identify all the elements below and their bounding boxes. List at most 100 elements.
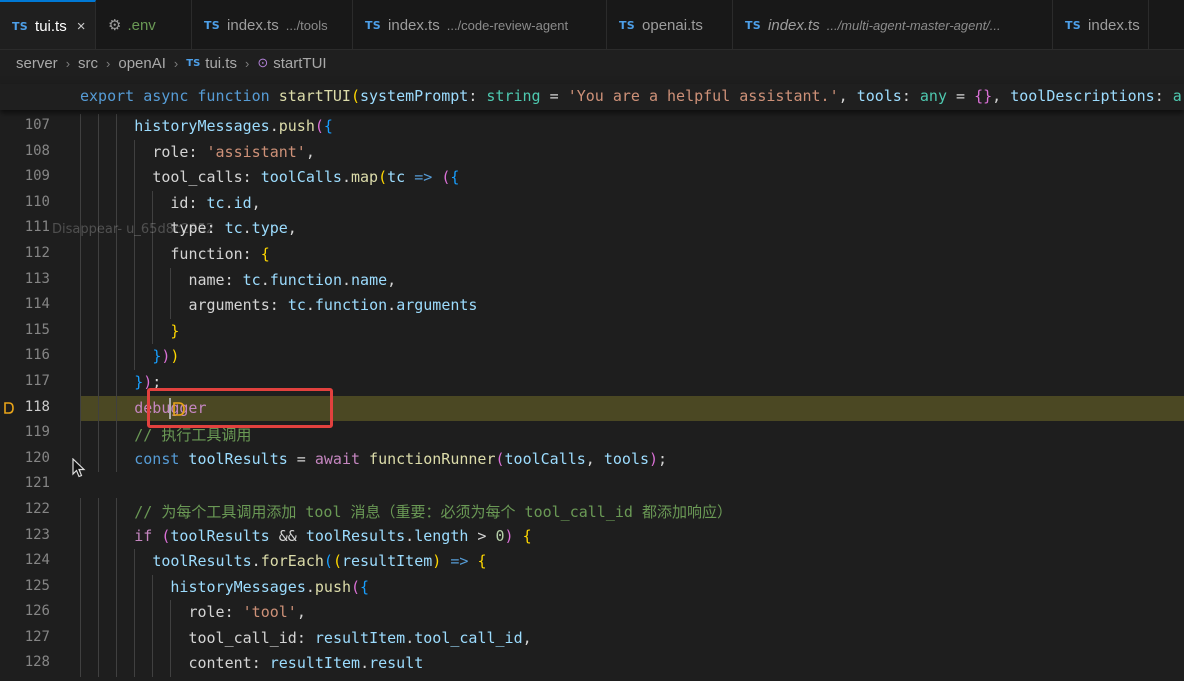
tab--env-1[interactable]: ⚙ .env bbox=[96, 0, 192, 49]
code-line[interactable]: 123 if (toolResults && toolResults.length… bbox=[0, 523, 1184, 550]
code-token: function bbox=[314, 296, 388, 315]
code-token: . bbox=[224, 193, 234, 212]
chevron-right-icon: › bbox=[173, 55, 179, 71]
code-line[interactable]: 124 toolResults.forEach((resultItem) => { bbox=[0, 549, 1184, 575]
typescript-file-icon: TS bbox=[1065, 18, 1082, 32]
indent-guide bbox=[116, 523, 118, 550]
indent-guide bbox=[80, 267, 81, 294]
chevron-right-icon: › bbox=[244, 55, 250, 71]
indent-guide bbox=[170, 625, 172, 652]
indent-guide bbox=[134, 267, 136, 294]
code-token: : bbox=[188, 193, 207, 212]
line-number: 117 bbox=[24, 372, 50, 389]
indent-guide bbox=[116, 600, 118, 626]
code-token: resultItem bbox=[341, 552, 433, 571]
indent-guide bbox=[80, 651, 81, 678]
code-token: string bbox=[486, 87, 541, 105]
code-token: : bbox=[224, 603, 243, 622]
code-line[interactable]: 120 const toolResults = await functionRun… bbox=[0, 446, 1184, 473]
code-line[interactable]: 116})) bbox=[0, 344, 1184, 370]
code-token: toolDescriptions bbox=[1010, 87, 1155, 105]
code-token: { bbox=[477, 552, 487, 571]
line-code: toolResults.forEach((resultItem) => { bbox=[152, 552, 486, 570]
code-line[interactable]: 108 role: 'assistant', bbox=[0, 139, 1184, 166]
indent-guide bbox=[80, 293, 81, 319]
indent-guide bbox=[80, 190, 81, 217]
code-token: const bbox=[134, 449, 180, 468]
code-token: 'tool' bbox=[242, 603, 297, 622]
indent-guide bbox=[116, 344, 118, 370]
indent-guide bbox=[98, 523, 100, 550]
code-line[interactable]: 125 historyMessages.push({ bbox=[0, 574, 1184, 601]
code-token: role bbox=[188, 603, 225, 622]
line-code: tool_calls: toolCalls.map(tc => ({ bbox=[152, 168, 459, 186]
indent-guide bbox=[134, 549, 136, 575]
code-token: ) bbox=[649, 449, 659, 468]
indent-guide bbox=[116, 549, 118, 575]
code-line[interactable]: 121 bbox=[0, 472, 1184, 498]
line-number: 110 bbox=[24, 193, 50, 210]
breadcrumb-item[interactable]: src bbox=[78, 55, 98, 72]
code-token: export async function bbox=[80, 87, 279, 105]
line-number: 113 bbox=[24, 270, 50, 287]
indent-guide bbox=[98, 190, 100, 217]
code-token: ( bbox=[332, 552, 342, 571]
code-token: tc bbox=[287, 296, 306, 315]
indent-guide bbox=[80, 114, 81, 140]
sticky-scroll-header[interactable]: export async function startTUI(systemPro… bbox=[0, 84, 1184, 110]
breadcrumb-item[interactable]: openAI bbox=[118, 55, 166, 72]
code-token: ( bbox=[378, 168, 388, 187]
tab-index-ts-6[interactable]: TS index.ts bbox=[1053, 0, 1149, 49]
code-token: map bbox=[351, 168, 379, 187]
code-line[interactable]: 122 // 为每个工具调用添加 tool 消息（重要：必须为每个 tool_ca… bbox=[0, 497, 1184, 524]
line-number: 124 bbox=[24, 552, 50, 569]
indent-guide bbox=[98, 549, 100, 575]
close-icon[interactable]: × bbox=[77, 18, 86, 35]
code-token: , bbox=[251, 193, 261, 212]
code-line[interactable]: 107 historyMessages.push({ bbox=[0, 114, 1184, 140]
code-token: id bbox=[233, 193, 252, 212]
breadcrumb-item[interactable]: tui.ts bbox=[205, 55, 237, 72]
code-line[interactable]: 126 role: 'tool', bbox=[0, 600, 1184, 626]
tab-index-ts-3[interactable]: TS index.ts .../code-review-agent bbox=[353, 0, 607, 49]
indent-guide bbox=[98, 318, 100, 345]
tab-description: .../tools bbox=[285, 17, 328, 33]
code-token: , bbox=[522, 628, 532, 647]
indent-guide bbox=[134, 241, 136, 268]
tab-tui-ts-0[interactable]: TS tui.ts × bbox=[0, 0, 96, 49]
line-code: arguments: tc.function.arguments bbox=[188, 296, 477, 314]
code-token: name bbox=[188, 270, 225, 289]
code-line[interactable]: 113 name: tc.function.name, bbox=[0, 267, 1184, 294]
line-number: 116 bbox=[24, 347, 50, 364]
code-line[interactable]: 127 tool_call_id: resultItem.tool_call_id… bbox=[0, 625, 1184, 652]
code-line[interactable]: 109 tool_calls: toolCalls.map(tc => ({ bbox=[0, 165, 1184, 191]
tab-index-ts-5[interactable]: TS index.ts .../multi-agent-master-agent/.… bbox=[733, 0, 1053, 49]
tab-index-ts-2[interactable]: TS index.ts .../tools bbox=[192, 0, 353, 49]
code-line[interactable]: 110 id: tc.id, bbox=[0, 190, 1184, 217]
annotation-highlight-box bbox=[147, 388, 333, 428]
code-token: ) bbox=[170, 347, 180, 366]
code-line[interactable]: 115} bbox=[0, 318, 1184, 345]
code-line[interactable]: 114 arguments: tc.function.arguments bbox=[0, 293, 1184, 319]
code-token: ( bbox=[161, 526, 171, 545]
indent-guide bbox=[116, 369, 118, 396]
gear-icon: ⚙ bbox=[108, 17, 122, 34]
code-token: = bbox=[287, 449, 315, 468]
code-line[interactable]: 128 content: resultItem.result bbox=[0, 651, 1184, 678]
indent-guide bbox=[152, 600, 154, 626]
line-number: 109 bbox=[24, 168, 50, 185]
code-token: // 为每个工具调用添加 tool 消息（重要：必须为每个 tool_call_… bbox=[134, 502, 732, 521]
code-token: { bbox=[260, 244, 270, 263]
tab-openai-ts-4[interactable]: TS openai.ts bbox=[607, 0, 733, 49]
indent-guide bbox=[98, 497, 100, 524]
code-token: ( bbox=[323, 552, 333, 571]
code-token: historyMessages bbox=[170, 577, 306, 596]
code-token: } bbox=[170, 321, 180, 340]
code-line[interactable]: 112 function: { bbox=[0, 241, 1184, 268]
breadcrumb-item[interactable]: server bbox=[16, 55, 58, 72]
code-token: : bbox=[251, 654, 270, 673]
line-number: 115 bbox=[24, 321, 50, 338]
indent-guide bbox=[116, 574, 118, 601]
breadcrumb-item[interactable]: startTUI bbox=[273, 55, 326, 72]
